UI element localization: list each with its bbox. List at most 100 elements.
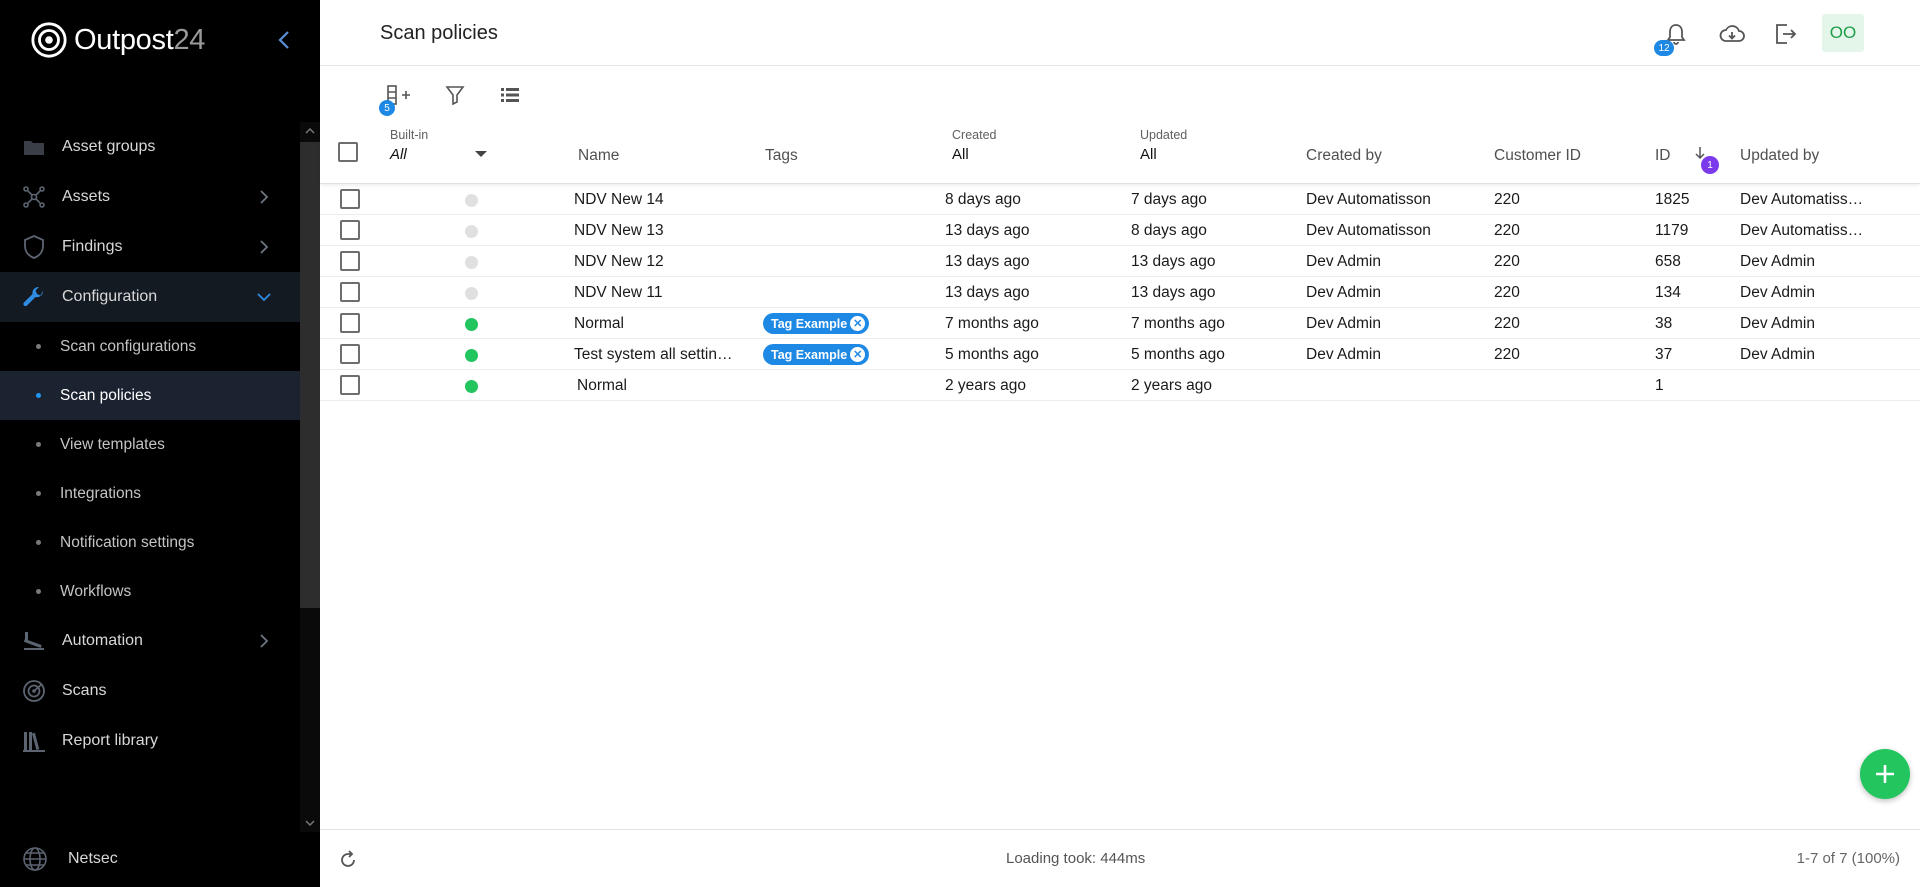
notifications-button[interactable]: 12	[1654, 20, 1690, 56]
cell-updated-by: Dev Admin	[1740, 315, 1815, 332]
table-row[interactable]: Normal 2 years ago 2 years ago 1	[320, 370, 1920, 401]
dropdown-arrow-icon[interactable]	[474, 150, 488, 158]
sidebar-subitem-label: Scan policies	[60, 386, 152, 404]
row-checkbox[interactable]	[340, 282, 360, 302]
sidebar-scroll-thumb[interactable]	[300, 142, 320, 608]
sidebar-subitem-workflows[interactable]: Workflows	[0, 567, 300, 616]
column-header-updated-by[interactable]: Updated by	[1740, 147, 1819, 165]
cell-created: 2 years ago	[945, 377, 1026, 394]
sidebar-item-scans[interactable]: Scans	[0, 666, 300, 716]
row-checkbox[interactable]	[340, 220, 360, 240]
cell-name[interactable]: NDV New 14	[574, 191, 664, 209]
remove-tag-icon[interactable]: ✕	[850, 316, 866, 331]
sidebar-subitem-view-templates[interactable]: View templates	[0, 420, 300, 469]
cell-created: 13 days ago	[945, 284, 1030, 301]
column-header-name[interactable]: Name	[578, 147, 619, 165]
row-checkbox[interactable]	[340, 251, 360, 271]
tag-label: Tag Example	[771, 316, 848, 331]
filter-button[interactable]	[440, 80, 470, 110]
add-column-button[interactable]: 5	[379, 80, 414, 116]
sidebar-subitem-integrations[interactable]: Integrations	[0, 469, 300, 518]
plus-icon	[1876, 765, 1894, 783]
table-row[interactable]: NDV New 13 13 days ago 8 days ago Dev Au…	[320, 215, 1920, 246]
sidebar-item-label: Report library	[62, 732, 159, 749]
sidebar-subitem-scan-configurations[interactable]: Scan configurations	[0, 322, 300, 371]
row-checkbox[interactable]	[340, 344, 360, 364]
cell-name[interactable]: NDV New 12	[574, 253, 664, 271]
sidebar-item-label: Asset groups	[62, 138, 156, 155]
row-checkbox[interactable]	[340, 189, 360, 209]
sidebar-item-assets[interactable]: Assets	[0, 172, 300, 222]
cell-customer-id: 220	[1494, 222, 1520, 239]
cell-updated-by: Dev Admin	[1740, 253, 1815, 270]
sidebar-scrollbar[interactable]	[300, 122, 320, 832]
add-scan-policy-button[interactable]	[1860, 749, 1910, 799]
cell-updated: 2 years ago	[1131, 377, 1212, 394]
network-icon	[22, 185, 46, 209]
table-row[interactable]: Normal Tag Example ✕ 7 months ago 7 mont…	[320, 308, 1920, 339]
column-header-id[interactable]: ID	[1655, 147, 1671, 165]
scroll-up-arrow-icon[interactable]	[300, 122, 320, 140]
builtin-status-dot	[465, 380, 478, 393]
cell-updated: 5 months ago	[1131, 346, 1225, 363]
refresh-button[interactable]	[336, 848, 360, 872]
sidebar-item-findings[interactable]: Findings	[0, 222, 300, 272]
cell-customer-id: 220	[1494, 315, 1520, 332]
sidebar-item-configuration[interactable]: Configuration	[0, 272, 300, 322]
organization-switcher[interactable]: Netsec	[22, 846, 118, 872]
table-row[interactable]: Test system all settin… Tag Example ✕ 5 …	[320, 339, 1920, 370]
row-checkbox[interactable]	[340, 313, 360, 333]
radar-icon	[22, 679, 46, 703]
cell-updated: 8 days ago	[1131, 222, 1207, 239]
column-header-created-by[interactable]: Created by	[1306, 147, 1382, 165]
cell-updated: 7 days ago	[1131, 191, 1207, 208]
cell-id: 1825	[1655, 191, 1690, 208]
chevron-right-icon	[260, 240, 269, 254]
tag-chip[interactable]: Tag Example ✕	[763, 313, 870, 334]
sidebar-item-report-library[interactable]: Report library	[0, 716, 300, 766]
cell-updated: 7 months ago	[1131, 315, 1225, 332]
cell-name[interactable]: NDV New 13	[574, 222, 664, 240]
logout-button[interactable]	[1772, 20, 1800, 48]
builtin-filter-select[interactable]: All	[390, 146, 407, 163]
remove-tag-icon[interactable]: ✕	[850, 347, 866, 362]
sidebar-subitem-label: Notification settings	[60, 533, 195, 551]
target-logo-icon	[31, 22, 67, 58]
table-row[interactable]: NDV New 14 8 days ago 7 days ago Dev Aut…	[320, 184, 1920, 215]
cell-created-by: Dev Admin	[1306, 253, 1381, 270]
user-avatar[interactable]: OO	[1822, 14, 1864, 52]
table-row[interactable]: NDV New 12 13 days ago 13 days ago Dev A…	[320, 246, 1920, 277]
cell-name[interactable]: Normal	[577, 377, 627, 395]
shield-icon	[22, 235, 46, 259]
cell-name[interactable]: Test system all settin…	[574, 346, 733, 364]
download-button[interactable]	[1718, 20, 1746, 48]
folder-icon	[22, 135, 46, 159]
collapse-sidebar-button[interactable]	[272, 27, 296, 53]
cell-created: 7 months ago	[945, 315, 1039, 332]
cell-updated-by: Dev Automatiss…	[1740, 191, 1864, 208]
outpost24-logo[interactable]: Outpost24	[30, 20, 205, 60]
column-header-tags[interactable]: Tags	[765, 147, 798, 165]
view-list-button[interactable]	[495, 80, 525, 110]
tag-chip[interactable]: Tag Example ✕	[763, 344, 870, 365]
cell-id: 37	[1655, 346, 1673, 363]
cell-created-by: Dev Admin	[1306, 284, 1381, 301]
cell-updated: 13 days ago	[1131, 284, 1216, 301]
sidebar-subitem-notification-settings[interactable]: Notification settings	[0, 518, 300, 567]
builtin-status-dot	[465, 287, 478, 300]
cell-id: 1179	[1655, 222, 1689, 239]
select-all-checkbox[interactable]	[338, 142, 358, 162]
table-row[interactable]: NDV New 11 13 days ago 13 days ago Dev A…	[320, 277, 1920, 308]
sidebar-subitem-scan-policies[interactable]: Scan policies	[0, 371, 300, 420]
column-header-customer-id[interactable]: Customer ID	[1494, 147, 1581, 165]
sidebar-item-asset-groups[interactable]: Asset groups	[0, 122, 300, 172]
updated-filter-input[interactable]: All	[1140, 146, 1157, 163]
created-filter-input[interactable]: All	[952, 146, 969, 163]
wrench-icon	[22, 285, 46, 309]
cell-name[interactable]: Normal	[574, 315, 624, 333]
notification-count-badge: 12	[1654, 40, 1674, 56]
row-checkbox[interactable]	[340, 375, 360, 395]
cell-name[interactable]: NDV New 11	[574, 284, 662, 302]
scroll-down-arrow-icon[interactable]	[300, 814, 320, 832]
sidebar-item-automation[interactable]: Automation	[0, 616, 300, 666]
